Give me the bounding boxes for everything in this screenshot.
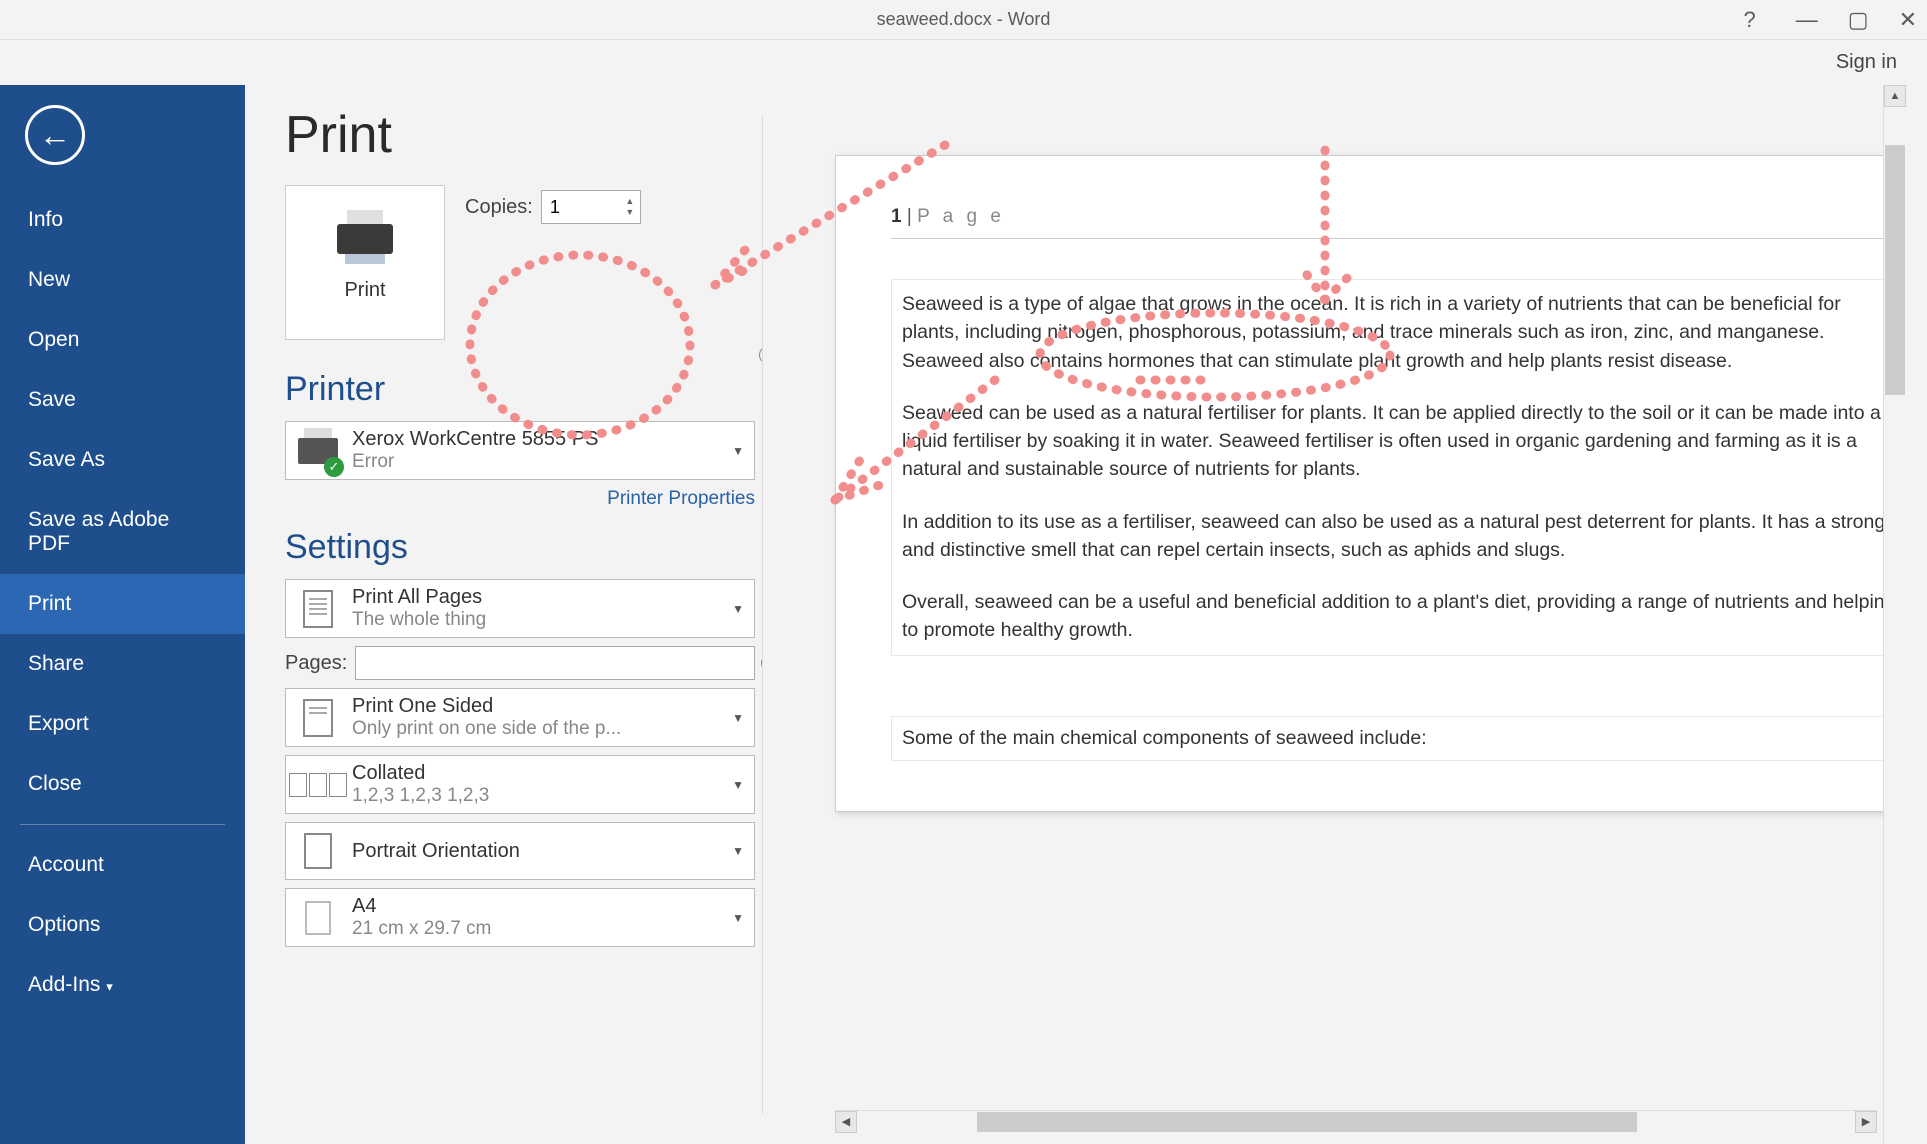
printer-properties-link[interactable]: Printer Properties bbox=[607, 488, 755, 509]
scroll-up-icon[interactable]: ▲ bbox=[1884, 85, 1906, 107]
scroll-left-icon[interactable]: ◀ bbox=[835, 1111, 857, 1133]
window-title: seaweed.docx - Word bbox=[877, 9, 1051, 30]
sidebar-item-open[interactable]: Open bbox=[0, 310, 245, 370]
maximize-button[interactable]: ▢ bbox=[1848, 7, 1869, 33]
back-arrow-icon: ← bbox=[39, 117, 71, 154]
copies-value: 1 bbox=[542, 197, 620, 218]
backstage-sidebar: ← Info New Open Save Save As Save as Ado… bbox=[0, 85, 245, 1144]
scroll-thumb[interactable] bbox=[1885, 145, 1905, 395]
sidebar-item-options[interactable]: Options bbox=[0, 895, 245, 955]
preview-vertical-scrollbar[interactable]: ▲ bbox=[1883, 85, 1907, 1144]
paper-size-dropdown[interactable]: A4 21 cm x 29.7 cm ▼ bbox=[285, 888, 755, 947]
sidebar-item-new[interactable]: New bbox=[0, 250, 245, 310]
portrait-icon bbox=[304, 833, 332, 869]
printer-status: Error bbox=[352, 451, 732, 473]
print-button[interactable]: Print bbox=[285, 185, 445, 340]
printer-name: Xerox WorkCentre 5855 PS bbox=[352, 428, 732, 451]
chevron-down-icon: ▼ bbox=[732, 711, 744, 725]
titlebar: seaweed.docx - Word ? — ▢ ✕ bbox=[0, 0, 1927, 40]
document-icon bbox=[303, 590, 333, 628]
minimize-button[interactable]: — bbox=[1796, 7, 1818, 33]
document-body: Seaweed is a type of algae that grows in… bbox=[891, 279, 1907, 656]
chevron-down-icon: ▼ bbox=[732, 444, 744, 458]
sidebar-item-account[interactable]: Account bbox=[0, 835, 245, 895]
one-sided-icon bbox=[303, 699, 333, 737]
sidebar-item-save[interactable]: Save bbox=[0, 370, 245, 430]
copies-label: Copies: bbox=[465, 196, 533, 219]
pages-input[interactable] bbox=[355, 646, 755, 680]
page-header: 1 | P a g e bbox=[891, 206, 1907, 239]
preview-page: 1 | P a g e Seaweed is a type of algae t… bbox=[835, 155, 1907, 812]
sidebar-item-save-adobe-pdf[interactable]: Save as Adobe PDF bbox=[0, 490, 245, 574]
sign-in-link[interactable]: Sign in bbox=[1836, 51, 1897, 74]
chevron-down-icon: ▼ bbox=[732, 844, 744, 858]
chevron-down-icon: ▼ bbox=[732, 911, 744, 925]
back-button[interactable]: ← bbox=[25, 105, 85, 165]
check-icon: ✓ bbox=[324, 457, 344, 477]
collate-dropdown[interactable]: Collated 1,2,3 1,2,3 1,2,3 ▼ bbox=[285, 755, 755, 814]
chevron-down-icon: ▾ bbox=[106, 979, 113, 994]
printer-dropdown[interactable]: ✓ Xerox WorkCentre 5855 PS Error ▼ bbox=[285, 421, 755, 480]
settings-section-heading: Settings bbox=[285, 528, 755, 567]
pages-label: Pages: bbox=[285, 652, 347, 675]
copies-input[interactable]: 1 ▲ ▼ bbox=[541, 190, 641, 224]
close-button[interactable]: ✕ bbox=[1899, 7, 1917, 33]
copies-down-icon[interactable]: ▼ bbox=[620, 207, 640, 218]
help-icon[interactable]: ? bbox=[1744, 7, 1756, 33]
document-section-2: Some of the main chemical components of … bbox=[891, 716, 1907, 761]
paper-icon bbox=[305, 901, 331, 935]
info-icon[interactable]: i bbox=[761, 654, 779, 672]
sidebar-item-save-as[interactable]: Save As bbox=[0, 430, 245, 490]
print-scope-dropdown[interactable]: Print All Pages The whole thing ▼ bbox=[285, 579, 755, 638]
sidebar-item-close[interactable]: Close bbox=[0, 754, 245, 814]
print-button-label: Print bbox=[344, 279, 385, 302]
sidebar-item-addins[interactable]: Add-Ins ▾ bbox=[0, 955, 245, 1015]
sidebar-item-share[interactable]: Share bbox=[0, 634, 245, 694]
sidebar-item-print[interactable]: Print bbox=[0, 574, 245, 634]
orientation-dropdown[interactable]: Portrait Orientation ▼ bbox=[285, 822, 755, 880]
scroll-thumb[interactable] bbox=[977, 1112, 1637, 1132]
scroll-right-icon[interactable]: ▶ bbox=[1855, 1111, 1877, 1133]
print-heading: Print bbox=[285, 105, 755, 165]
chevron-down-icon: ▼ bbox=[732, 778, 744, 792]
panel-scrollbar[interactable] bbox=[767, 125, 783, 405]
copies-up-icon[interactable]: ▲ bbox=[620, 196, 640, 207]
info-icon[interactable]: i bbox=[759, 346, 777, 364]
sidebar-item-info[interactable]: Info bbox=[0, 190, 245, 250]
printer-section-heading: Printer bbox=[285, 370, 755, 409]
printer-icon bbox=[337, 224, 393, 254]
preview-horizontal-scrollbar[interactable]: ◀ ▶ bbox=[835, 1110, 1877, 1134]
collated-icon bbox=[289, 773, 347, 797]
print-panel: Print Print Copies: 1 ▲ ▼ bbox=[245, 85, 785, 1144]
sidebar-item-export[interactable]: Export bbox=[0, 694, 245, 754]
sidebar-separator bbox=[20, 824, 225, 825]
chevron-down-icon: ▼ bbox=[732, 602, 744, 616]
sided-dropdown[interactable]: Print One Sided Only print on one side o… bbox=[285, 688, 755, 747]
print-preview: 1 | P a g e Seaweed is a type of algae t… bbox=[785, 85, 1927, 1144]
